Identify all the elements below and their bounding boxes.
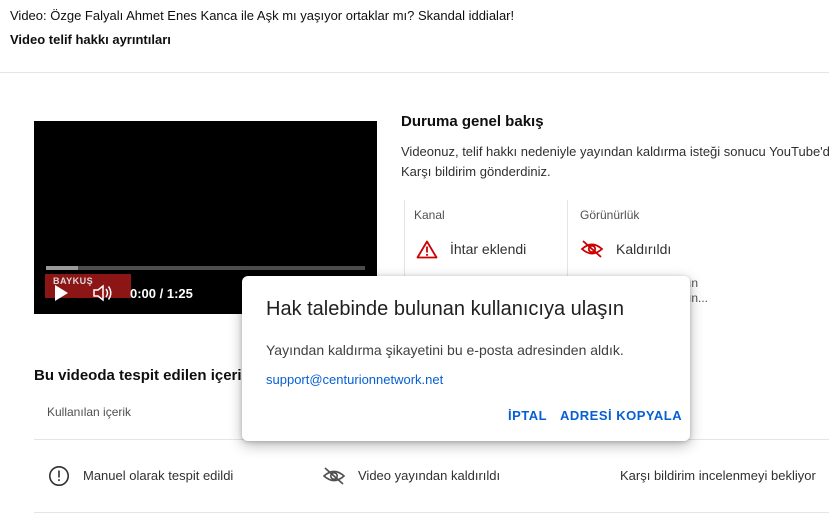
video-progress-fill <box>46 266 78 270</box>
detection-method: Manuel olarak tespit edildi <box>83 468 234 483</box>
status-divider <box>404 200 405 278</box>
header-divider <box>0 72 829 73</box>
overview-peek-text: ın... <box>688 291 709 305</box>
status-divider <box>567 200 568 278</box>
channel-status: İhtar eklendi <box>450 241 527 257</box>
overview-description: Videonuz, telif hakkı nedeniyle yayından… <box>401 144 829 159</box>
warning-icon <box>416 240 438 259</box>
eye-off-icon <box>322 467 346 485</box>
claimant-email[interactable]: support@centurionnetwork.net <box>266 372 443 387</box>
table-divider <box>34 512 829 513</box>
play-icon[interactable] <box>52 284 70 302</box>
visibility-label: Görünürlük <box>580 208 640 222</box>
dialog-body: Yayından kaldırma şikayetini bu e-posta … <box>266 342 624 358</box>
visibility-status: Kaldırıldı <box>616 241 672 257</box>
dialog-title: Hak talebinde bulunan kullanıcıya ulaşın <box>266 298 625 320</box>
video-time: 0:00 / 1:25 <box>130 286 193 301</box>
video-title-subtitle: Video: Özge Falyalı Ahmet Enes Kanca ile… <box>10 8 515 23</box>
overview-title: Duruma genel bakış <box>401 113 544 130</box>
overview-counter-notice: Karşı bildirim gönderdiniz. <box>401 164 551 179</box>
column-header-content-used: Kullanılan içerik <box>47 405 132 419</box>
eye-off-icon <box>580 240 604 258</box>
counter-notice-status: Karşı bildirim incelenmeyi bekliyor <box>620 468 816 483</box>
channel-label: Kanal <box>414 208 445 222</box>
page-title: Video telif hakkı ayrıntıları <box>10 32 171 47</box>
video-status: Video yayından kaldırıldı <box>358 468 501 483</box>
video-progress-bar[interactable] <box>46 266 365 270</box>
copy-address-button[interactable]: ADRESİ KOPYALA <box>560 408 682 423</box>
contact-claimant-dialog: Hak talebinde bulunan kullanıcıya ulaşın… <box>242 276 690 441</box>
info-exclamation-icon <box>49 466 69 486</box>
copyright-details-page: Video: Özge Falyalı Ahmet Enes Kanca ile… <box>0 0 829 517</box>
volume-icon[interactable] <box>92 283 114 303</box>
detected-content-title: Bu videoda tespit edilen içerikle <box>34 367 263 384</box>
cancel-button[interactable]: İPTAL <box>508 408 547 423</box>
